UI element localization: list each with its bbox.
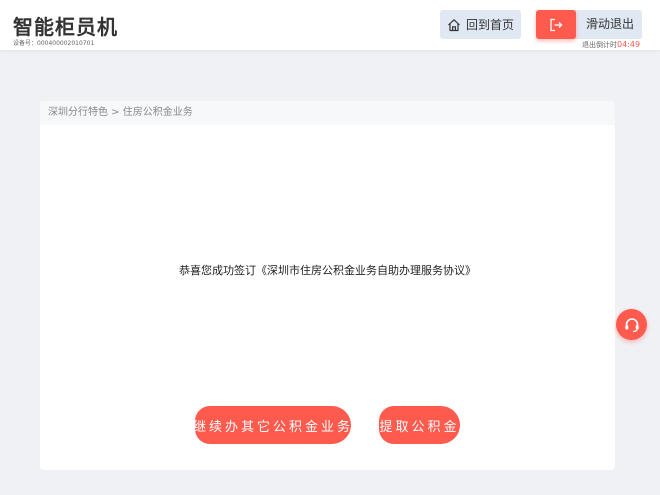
app-title: 智能柜员机 — [13, 15, 118, 39]
customer-service-button[interactable] — [616, 309, 647, 340]
continue-other-business-button[interactable]: 继续办其它公积金业务 — [193, 406, 351, 444]
headset-icon — [623, 316, 641, 334]
breadcrumb: 深圳分行特色 > 住房公积金业务 — [40, 101, 615, 125]
exit-slider-label: 滑动退出 — [586, 17, 635, 31]
exit-icon — [549, 18, 563, 32]
exit-countdown: 退出倒计时04:49 — [582, 40, 640, 50]
withdraw-fund-button[interactable]: 提取公积金 — [379, 406, 460, 444]
success-message: 恭喜您成功签订《深圳市住房公积金业务自助办理服务协议》 — [179, 264, 476, 277]
content-card: 深圳分行特色 > 住房公积金业务 恭喜您成功签订《深圳市住房公积金业务自助办理服… — [40, 101, 615, 470]
exit-slider-handle[interactable] — [536, 10, 576, 39]
home-icon — [447, 18, 461, 32]
countdown-time: 04:49 — [617, 40, 641, 49]
device-number: 设备号：000400002010701 — [13, 40, 95, 47]
home-button-label: 回到首页 — [465, 18, 514, 32]
countdown-label: 退出倒计时 — [582, 41, 617, 49]
home-button[interactable]: 回到首页 — [440, 10, 521, 39]
top-header: 智能柜员机 设备号：000400002010701 回到首页 滑动退出 退出倒计… — [0, 0, 660, 50]
slide-to-exit[interactable]: 滑动退出 — [536, 10, 642, 39]
